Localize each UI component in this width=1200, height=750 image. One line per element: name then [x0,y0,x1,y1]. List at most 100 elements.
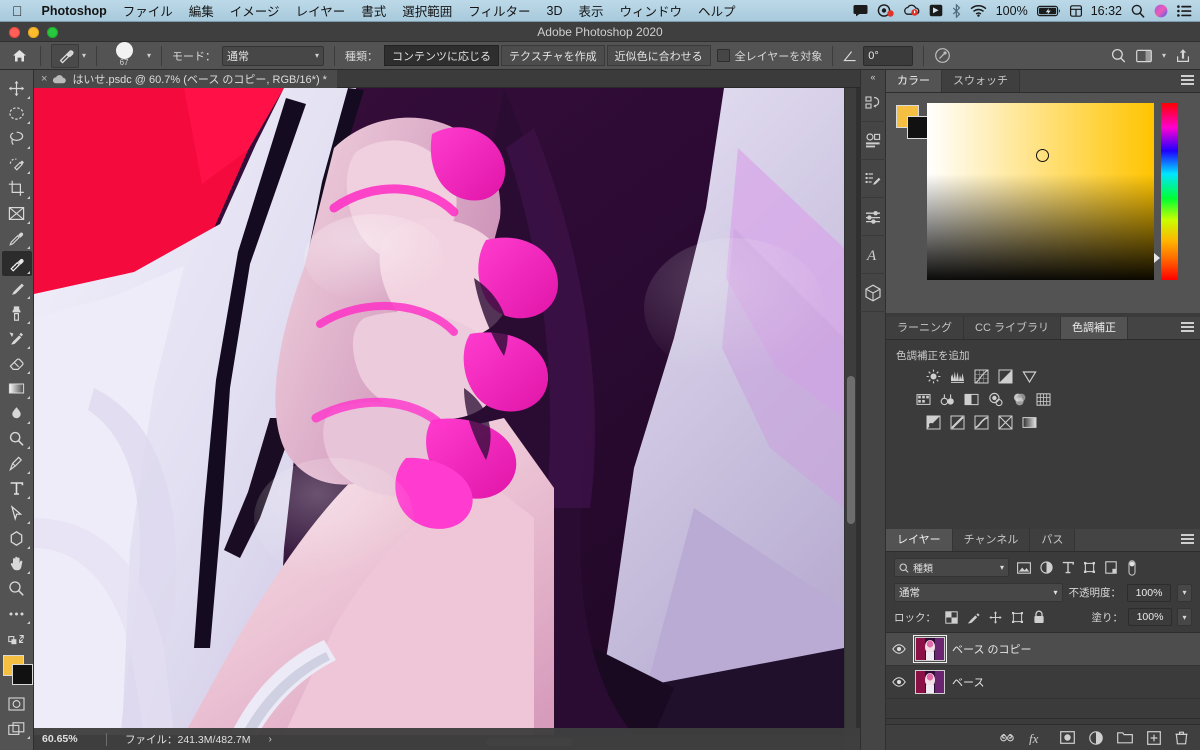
lock-all-icon[interactable] [1033,610,1045,624]
invert-icon[interactable] [926,415,941,430]
layer-visibility-icon[interactable] [890,677,908,687]
hue-slider-marker[interactable] [1154,253,1160,263]
color-field-cursor[interactable] [1036,149,1049,162]
camera-icon[interactable] [877,4,894,17]
tab-paths[interactable]: パス [1030,529,1076,551]
checkbox-box[interactable] [716,49,730,62]
brush-tool[interactable] [2,276,32,301]
new-group-icon[interactable] [1117,731,1133,744]
menu-photoshop[interactable]: Photoshop [34,4,115,18]
tab-color[interactable]: カラー [886,70,942,92]
layer-visibility-icon[interactable] [890,644,908,654]
sample-all-layers-checkbox[interactable]: 全レイヤーを対象 [716,48,822,64]
menu-select[interactable]: 選択範囲 [394,1,460,20]
gradient-tool[interactable] [2,376,32,401]
quick-selection-tool[interactable] [2,151,32,176]
move-tool[interactable] [2,76,32,101]
color-panel-swatches[interactable] [896,105,930,139]
clone-stamp-tool[interactable] [2,301,32,326]
screen-mode-button[interactable] [2,716,32,741]
threshold-icon[interactable] [974,415,989,430]
menu-3d[interactable]: 3D [539,4,571,18]
chevron-down-icon[interactable]: ▾ [1162,51,1166,60]
menu-type[interactable]: 書式 [353,1,394,20]
document-tab[interactable]: × はいせ.psdc @ 60.7% (ベース のコピー, RGB/16*) * [34,70,337,88]
menu-help[interactable]: ヘルプ [690,1,744,20]
table-row[interactable]: ベース [886,666,1200,699]
layer-blend-mode-select[interactable]: 通常 ▾ [894,583,1063,602]
brightness-contrast-icon[interactable] [926,369,941,384]
hue-slider[interactable] [1161,103,1178,280]
home-icon[interactable] [8,45,30,67]
filter-shape-icon[interactable] [1083,561,1096,574]
filter-type-icon[interactable] [1062,561,1074,574]
color-swatches[interactable] [2,655,33,685]
collapse-panels-icon[interactable]: « [860,70,886,84]
brush-preset-picker[interactable]: 67 [107,41,141,69]
type-create-texture-button[interactable]: テクスチャを作成 [501,45,605,66]
add-mask-icon[interactable] [1060,731,1075,744]
layer-name[interactable]: ベース のコピー [952,641,1032,657]
new-layer-icon[interactable] [1147,730,1161,745]
control-center-icon[interactable] [1177,4,1192,17]
siri-icon[interactable] [1154,4,1168,18]
layer-filter-select[interactable]: 種類 ▾ [894,558,1009,577]
layer-name[interactable]: ベース [952,674,984,690]
search-icon[interactable] [1111,48,1126,63]
panel-menu-icon[interactable] [1181,75,1194,87]
filter-toggle-icon[interactable] [1126,559,1138,576]
table-row[interactable]: ベース のコピー [886,633,1200,666]
opacity-input[interactable]: 100% [1127,583,1171,602]
brush-presets-panel-icon[interactable] [860,198,886,236]
lock-position-icon[interactable] [989,610,1002,624]
calendar-icon[interactable] [1069,4,1082,17]
canvas-vertical-scrollbar[interactable] [844,88,856,735]
color-lookup-icon[interactable] [1036,392,1051,407]
crop-tool[interactable] [2,176,32,201]
3d-panel-icon[interactable] [860,274,886,312]
dodge-tool[interactable] [2,426,32,451]
menu-edit[interactable]: 編集 [181,1,222,20]
exposure-icon[interactable] [998,369,1013,384]
spotlight-search-icon[interactable] [1131,4,1145,18]
marquee-tool[interactable] [2,101,32,126]
panel-menu-icon[interactable] [1181,322,1194,334]
hue-saturation-icon[interactable] [916,392,931,407]
spot-healing-brush-icon[interactable] [51,43,79,68]
brush-settings-panel-icon[interactable] [860,160,886,198]
shape-tool[interactable] [2,526,32,551]
canvas-area[interactable] [34,88,860,735]
type-tool[interactable] [2,476,32,501]
history-brush-tool[interactable] [2,326,32,351]
posterize-icon[interactable] [950,415,965,430]
lock-image-icon[interactable] [967,611,980,624]
share-icon[interactable] [1176,48,1190,63]
eraser-tool[interactable] [2,351,32,376]
apple-logo-icon[interactable]:  [0,4,34,18]
menu-clock[interactable]: 16:32 [1091,4,1122,18]
tab-swatches[interactable]: スウォッチ [942,70,1020,92]
chevron-right-icon[interactable]: › [268,734,271,745]
tab-learn[interactable]: ラーニング [886,317,964,339]
chevron-down-icon[interactable]: ▾ [147,51,151,60]
fill-input[interactable]: 100% [1128,608,1172,626]
filter-pixel-icon[interactable] [1017,561,1031,574]
frame-tool[interactable] [2,201,32,226]
lock-transparent-icon[interactable] [945,610,958,624]
layer-thumbnail[interactable] [915,670,945,694]
photo-filter-icon[interactable] [988,392,1003,407]
levels-icon[interactable] [950,369,965,384]
hand-tool[interactable] [2,551,32,576]
filter-smart-icon[interactable] [1105,561,1117,574]
menu-view[interactable]: 表示 [570,1,611,20]
default-colors-button[interactable] [2,626,32,651]
wifi-icon[interactable] [970,4,987,17]
quick-mask-button[interactable] [2,691,32,716]
menu-window[interactable]: ウィンドウ [612,1,691,20]
healing-brush-tool[interactable] [1,251,32,276]
fill-stepper-icon[interactable]: ▾ [1177,608,1192,626]
chevron-down-icon[interactable]: ▾ [82,51,86,60]
type-content-aware-button[interactable]: コンテンツに応じる [384,45,500,66]
tab-layers[interactable]: レイヤー [886,529,953,551]
pen-tool[interactable] [2,451,32,476]
